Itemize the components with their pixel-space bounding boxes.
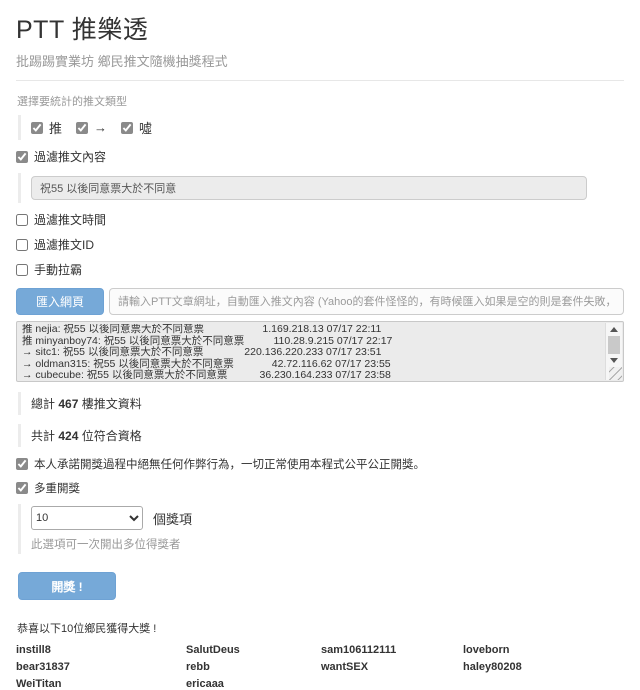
- results-section: 恭喜以下10位鄉民獲得大獎 ! instill8 SalutDeus sam10…: [16, 620, 624, 690]
- winner-name: SalutDeus: [186, 644, 321, 656]
- total-stat-suffix: 樓推文資料: [82, 397, 142, 411]
- winner-name: WeiTitan: [16, 678, 186, 690]
- id-filter-checkbox[interactable]: [16, 239, 28, 251]
- push-type-checkbox-push[interactable]: [31, 122, 43, 134]
- qualified-stat-suffix: 位符合資格: [82, 429, 142, 443]
- pledge-row[interactable]: 本人承諾開獎過程中絕無任何作弊行為，一切正常使用本程式公平公正開獎。: [16, 456, 624, 472]
- total-stat-count: 467: [58, 397, 78, 411]
- push-type-option-push[interactable]: 推: [31, 118, 62, 137]
- prize-count-group: 10 個獎項 此選項可一次開出多位得獎者: [18, 504, 624, 554]
- winner-name: instill8: [16, 644, 186, 656]
- push-type-checkbox-arrow[interactable]: [76, 122, 88, 134]
- multi-draw-row[interactable]: 多重開獎: [16, 480, 624, 496]
- page-title: PTT 推樂透: [16, 10, 624, 46]
- manual-slot-checkbox[interactable]: [16, 264, 28, 276]
- time-filter-label: 過濾推文時間: [34, 211, 106, 228]
- content-filter-checkbox[interactable]: [16, 151, 28, 163]
- push-type-option-label: 推: [49, 118, 62, 137]
- manual-slot-row[interactable]: 手動拉霸: [16, 261, 624, 278]
- id-filter-label: 過濾推文ID: [34, 236, 94, 253]
- prize-unit-label: 個獎項: [153, 509, 192, 528]
- content-filter-input[interactable]: [31, 176, 587, 200]
- scroll-up-icon[interactable]: [610, 327, 618, 332]
- pledge-checkbox[interactable]: [16, 458, 28, 470]
- time-filter-row[interactable]: 過濾推文時間: [16, 211, 624, 228]
- push-type-option-arrow[interactable]: →: [76, 120, 107, 135]
- push-type-option-boo[interactable]: 噓: [121, 118, 152, 137]
- import-webpage-button[interactable]: 匯入網頁: [16, 288, 104, 315]
- push-type-option-label: →: [94, 120, 107, 135]
- time-filter-checkbox[interactable]: [16, 214, 28, 226]
- push-type-checkbox-boo[interactable]: [121, 122, 133, 134]
- scroll-down-icon[interactable]: [610, 358, 618, 363]
- winner-name: sam106112111: [321, 644, 463, 656]
- push-type-group: 推 → 噓: [18, 115, 624, 140]
- congrats-message: 恭喜以下10位鄉民獲得大獎 !: [17, 620, 624, 636]
- qualified-stat: 共計 424 位符合資格: [18, 424, 624, 447]
- winner-grid: instill8 SalutDeus sam106112111 loveborn…: [16, 644, 624, 690]
- push-type-label: 選擇要統計的推文類型: [17, 93, 624, 109]
- winner-name: bear31837: [16, 661, 186, 673]
- import-row: 匯入網頁: [16, 288, 624, 315]
- ptt-lottery-page: PTT 推樂透 批踢踢實業坊 鄉民推文隨機抽獎程式 選擇要統計的推文類型 推 →…: [0, 0, 640, 690]
- scrollbar-thumb[interactable]: [608, 336, 620, 354]
- push-content-lines: 推 nejia: 祝55 以後同意票大於不同意票 1.169.218.13 07…: [22, 324, 603, 379]
- winner-name: wantSEX: [321, 661, 463, 673]
- winner-name: haley80208: [463, 661, 624, 673]
- content-filter-label: 過濾推文內容: [34, 148, 106, 165]
- winner-name: loveborn: [463, 644, 624, 656]
- qualified-stat-count: 424: [58, 429, 78, 443]
- draw-button[interactable]: 開獎 !: [18, 572, 116, 600]
- total-stat-prefix: 總計: [31, 397, 55, 411]
- winner-name: rebb: [186, 661, 321, 673]
- total-push-stat: 總計 467 樓推文資料: [18, 392, 624, 415]
- qualified-stat-prefix: 共計: [31, 429, 55, 443]
- id-filter-row[interactable]: 過濾推文ID: [16, 236, 624, 253]
- resize-grip-icon[interactable]: [609, 367, 622, 380]
- multi-draw-label: 多重開獎: [34, 480, 80, 496]
- multi-draw-checkbox[interactable]: [16, 482, 28, 494]
- winner-name: ericaaa: [186, 678, 321, 690]
- page-subtitle: 批踢踢實業坊 鄉民推文隨機抽獎程式: [16, 51, 624, 70]
- prize-count-hint: 此選項可一次開出多位得獎者: [31, 536, 624, 552]
- push-content-textarea[interactable]: 推 nejia: 祝55 以後同意票大於不同意票 1.169.218.13 07…: [16, 321, 624, 382]
- article-url-input[interactable]: [109, 288, 624, 315]
- content-filter-input-group: [18, 173, 624, 203]
- prize-count-select[interactable]: 10: [31, 506, 143, 530]
- push-type-option-label: 噓: [139, 118, 152, 137]
- manual-slot-label: 手動拉霸: [34, 261, 82, 278]
- content-filter-row[interactable]: 過濾推文內容: [16, 148, 624, 165]
- pledge-label: 本人承諾開獎過程中絕無任何作弊行為，一切正常使用本程式公平公正開獎。: [34, 456, 425, 472]
- divider: [16, 80, 624, 81]
